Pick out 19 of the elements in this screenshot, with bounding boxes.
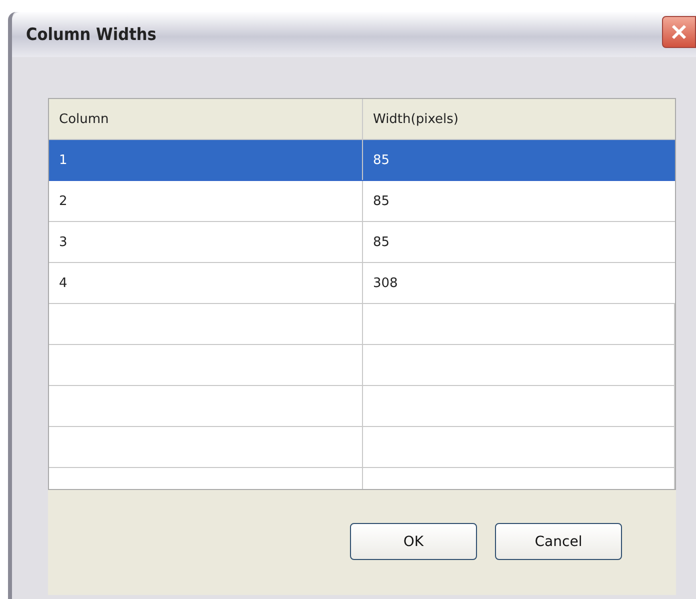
table-cell: 2: [49, 181, 363, 221]
close-button[interactable]: [662, 16, 696, 48]
cancel-button[interactable]: Cancel: [495, 523, 622, 560]
column-header[interactable]: Column: [49, 99, 363, 139]
column-header[interactable]: Width(pixels): [363, 99, 675, 139]
table-row[interactable]: 2 85: [49, 181, 675, 222]
table-cell-text: 85: [372, 192, 391, 210]
table-cell-text: 308: [372, 274, 399, 292]
table-cell-text: 85: [372, 234, 391, 252]
table-cell-text: 85: [372, 152, 391, 170]
table-cell: 1: [49, 140, 363, 180]
close-icon: [670, 22, 688, 40]
table-cell: 4: [49, 263, 363, 303]
ok-button[interactable]: OK: [350, 523, 477, 560]
table-cell: 3: [49, 222, 363, 262]
window-title: Column Widths: [26, 24, 156, 44]
table-row[interactable]: 4 308: [49, 263, 675, 304]
table-row[interactable]: 1 85: [49, 140, 675, 181]
table-row[interactable]: 3 85: [49, 222, 675, 263]
